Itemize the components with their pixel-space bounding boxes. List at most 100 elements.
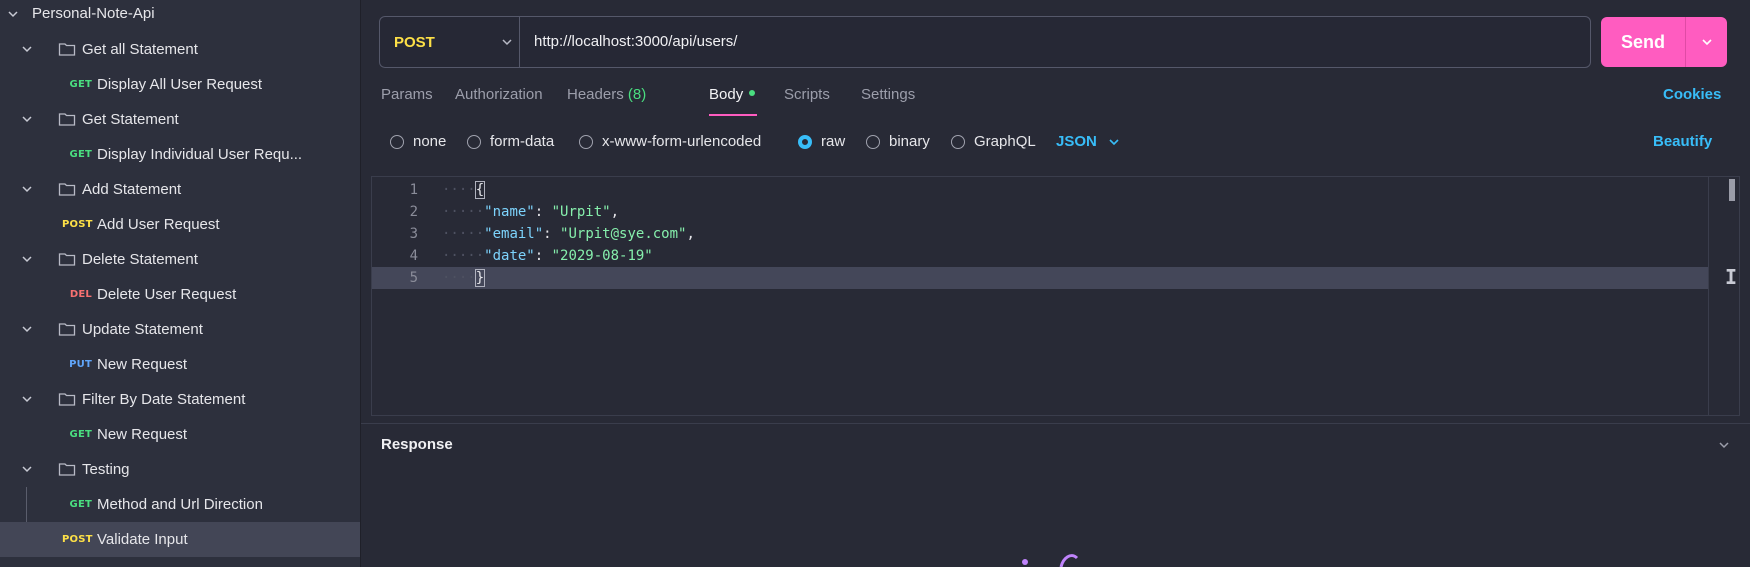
- chevron-down-icon[interactable]: [20, 252, 34, 266]
- folder-row[interactable]: Delete Statement: [0, 242, 360, 277]
- folder-icon: [58, 251, 76, 267]
- folder-name: Delete Statement: [82, 251, 198, 268]
- code-line: 3 ·····"email": "Urpit@sye.com",: [372, 223, 1708, 245]
- request-row[interactable]: POST Add User Request: [0, 207, 360, 242]
- tab-settings[interactable]: Settings: [861, 86, 915, 103]
- method-badge: PUT: [69, 359, 92, 370]
- tab-body-label: Body: [709, 86, 744, 103]
- folder-name: Add Statement: [82, 181, 182, 198]
- url-bar: POST: [379, 16, 1591, 68]
- tab-scripts[interactable]: Scripts: [784, 86, 830, 103]
- collections-sidebar: Personal-Note-Api Get all Statement GET …: [0, 0, 360, 567]
- folder-row[interactable]: Filter By Date Statement: [0, 382, 360, 417]
- radio-label: x-www-form-urlencoded: [602, 133, 762, 150]
- line-number: 1: [409, 182, 418, 198]
- radio-circle-icon: [467, 134, 481, 149]
- url-input[interactable]: [534, 17, 1574, 67]
- chevron-down-icon[interactable]: [1717, 438, 1731, 452]
- tab-authorization[interactable]: Authorization: [455, 86, 543, 103]
- line-number: 2: [409, 204, 418, 220]
- radio-label: form-data: [490, 133, 555, 150]
- chevron-down-icon[interactable]: [20, 392, 34, 406]
- request-editor: POST Send Params Authorization Headers (…: [361, 0, 1750, 567]
- editor-scrollbar-track[interactable]: [1708, 177, 1709, 415]
- response-divider[interactable]: [361, 423, 1750, 424]
- line-number: 4: [409, 248, 418, 264]
- body-code-editor[interactable]: 1 ····{ 2 ·····"name": "Urpit", 3 ·····"…: [371, 176, 1740, 416]
- folder-name: Get all Statement: [82, 41, 198, 58]
- chevron-down-icon: [1701, 39, 1712, 46]
- radio-graphql[interactable]: GraphQL: [951, 133, 1036, 150]
- chevron-down-icon[interactable]: [20, 462, 34, 476]
- chevron-down-icon[interactable]: [20, 182, 34, 196]
- chevron-down-icon: [1109, 138, 1119, 145]
- folder-name: Get Statement: [82, 111, 179, 128]
- radio-binary[interactable]: binary: [866, 133, 930, 150]
- request-name: New Request: [97, 356, 188, 373]
- folder-icon: [58, 391, 76, 407]
- radio-label: raw: [821, 133, 846, 150]
- method-select[interactable]: POST: [380, 17, 520, 67]
- request-row[interactable]: GET New Request: [0, 417, 360, 452]
- folder-icon: [58, 181, 76, 197]
- code-text: ·····"email": "Urpit@sye.com",: [442, 226, 695, 242]
- method-badge: GET: [69, 149, 92, 160]
- folder-icon: [58, 111, 76, 127]
- collection-row[interactable]: Personal-Note-Api: [0, 0, 360, 32]
- request-row[interactable]: GET Display All User Request: [0, 67, 360, 102]
- active-tab-indicator: [709, 114, 757, 116]
- radio-checked-icon: [798, 134, 812, 149]
- chevron-down-icon[interactable]: [20, 322, 34, 336]
- send-options-button[interactable]: [1686, 17, 1727, 67]
- chevron-down-icon: [500, 35, 514, 49]
- radio-circle-icon: [390, 134, 404, 149]
- radio-circle-icon: [866, 134, 880, 149]
- code-text: ····}: [442, 269, 486, 287]
- beautify-button[interactable]: Beautify: [1653, 133, 1712, 150]
- radio-raw[interactable]: raw: [798, 133, 845, 150]
- request-name: New Request: [97, 426, 188, 443]
- method-badge: GET: [69, 429, 92, 440]
- tab-headers[interactable]: Headers (8): [567, 86, 646, 103]
- line-number: 3: [409, 226, 418, 242]
- folder-row[interactable]: Get all Statement: [0, 32, 360, 67]
- request-name: Display All User Request: [97, 76, 263, 93]
- code-line: 2 ·····"name": "Urpit",: [372, 201, 1708, 223]
- folder-row[interactable]: Testing: [0, 452, 360, 487]
- editor-scrollbar-thumb[interactable]: [1729, 179, 1735, 201]
- tab-headers-label: Headers: [567, 86, 624, 103]
- radio-none[interactable]: none: [390, 133, 446, 150]
- radio-circle-icon: [579, 134, 593, 149]
- folder-row[interactable]: Add Statement: [0, 172, 360, 207]
- tab-body[interactable]: Body: [709, 86, 756, 103]
- folder-row[interactable]: Update Statement: [0, 312, 360, 347]
- code-text: ····{: [442, 181, 486, 199]
- chevron-down-icon[interactable]: [20, 112, 34, 126]
- radio-label: binary: [889, 133, 930, 150]
- request-row[interactable]: PUT New Request: [0, 347, 360, 382]
- radio-label: GraphQL: [974, 133, 1036, 150]
- request-row[interactable]: GET Method and Url Direction: [0, 487, 360, 522]
- method-badge: GET: [69, 79, 92, 90]
- modified-dot-icon: [749, 90, 756, 97]
- send-button[interactable]: Send: [1601, 17, 1685, 67]
- radio-label: none: [413, 133, 447, 150]
- request-name: Delete User Request: [97, 286, 237, 303]
- radio-form-data[interactable]: form-data: [467, 133, 554, 150]
- folder-icon: [58, 321, 76, 337]
- cookies-link[interactable]: Cookies: [1663, 86, 1721, 103]
- folder-icon: [58, 41, 76, 57]
- line-number: 5: [409, 270, 418, 286]
- tab-params[interactable]: Params: [381, 86, 433, 103]
- request-row[interactable]: GET Display Individual User Requ...: [0, 137, 360, 172]
- chevron-down-icon[interactable]: [20, 42, 34, 56]
- format-select[interactable]: JSON: [1056, 133, 1121, 150]
- request-row-selected[interactable]: POST Validate Input: [0, 522, 360, 557]
- request-row[interactable]: DEL Delete User Request: [0, 277, 360, 312]
- code-line-current: 5 ····}: [372, 267, 1708, 289]
- headers-count: (8): [627, 86, 647, 103]
- chevron-down-icon[interactable]: [6, 7, 20, 21]
- radio-urlencoded[interactable]: x-www-form-urlencoded: [579, 133, 761, 150]
- folder-row[interactable]: Get Statement: [0, 102, 360, 137]
- radio-circle-icon: [951, 134, 965, 149]
